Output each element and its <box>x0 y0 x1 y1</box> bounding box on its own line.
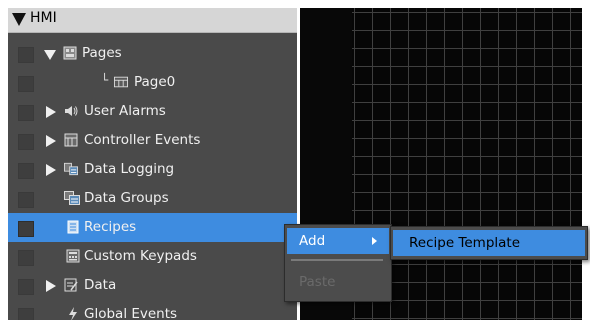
tree-item-checkbox[interactable] <box>18 250 34 266</box>
tree-item-checkbox[interactable] <box>18 308 34 320</box>
tree-item-custom-keypads[interactable]: Custom Keypads <box>8 242 297 271</box>
context-menu: Add Paste <box>284 224 392 302</box>
tree-root-hmi[interactable]: HMI <box>8 8 297 33</box>
tree-item-checkbox[interactable] <box>18 279 34 295</box>
tree-connector-icon: └ <box>101 73 109 87</box>
speaker-icon <box>65 106 78 116</box>
tree-item-global-events[interactable]: Global Events <box>8 300 297 320</box>
menu-separator <box>291 259 383 261</box>
tree-item-label: Data <box>84 277 117 293</box>
expand-arrow-icon[interactable] <box>46 106 56 118</box>
tree-item-label: Data Logging <box>84 161 175 177</box>
project-tree: HMI Pages └ Page0 User Alarms Controller… <box>8 8 297 320</box>
tree-item-checkbox[interactable] <box>18 163 34 179</box>
collapse-arrow-icon[interactable] <box>12 13 26 26</box>
expand-arrow-icon[interactable] <box>44 50 56 60</box>
tree-item-checkbox[interactable] <box>18 192 34 208</box>
context-menu-add[interactable]: Add <box>287 228 389 254</box>
data-icon <box>64 278 78 292</box>
page-icon <box>114 76 128 88</box>
tree-item-label: Recipes <box>84 219 137 235</box>
submenu-recipe-template-label: Recipe Template <box>409 235 521 251</box>
tree-item-label: Controller Events <box>84 132 201 148</box>
tree-item-data-groups[interactable]: Data Groups <box>8 184 297 213</box>
hmi-editor: HMI Pages └ Page0 User Alarms Controller… <box>0 0 590 320</box>
context-menu-paste[interactable]: Paste <box>287 269 389 295</box>
tree-item-checkbox[interactable] <box>18 105 34 121</box>
expand-arrow-icon[interactable] <box>46 135 56 147</box>
tree-item-page0[interactable]: └ Page0 <box>8 68 297 97</box>
tree-item-user-alarms[interactable]: User Alarms <box>8 97 297 126</box>
tree-item-data-logging[interactable]: Data Logging <box>8 155 297 184</box>
tree-item-controller-events[interactable]: Controller Events <box>8 126 297 155</box>
data-logging-icon <box>64 162 78 176</box>
recipes-icon <box>67 220 79 234</box>
tree-item-checkbox[interactable] <box>18 47 34 63</box>
tree-root-label: HMI <box>30 10 57 26</box>
keypad-icon <box>66 249 80 263</box>
expand-arrow-icon[interactable] <box>46 164 56 176</box>
tree-item-label: Pages <box>82 45 122 61</box>
tree-item-label: Page0 <box>134 74 176 90</box>
tree-item-data[interactable]: Data <box>8 271 297 300</box>
lightning-icon <box>69 307 77 320</box>
expand-arrow-icon[interactable] <box>46 280 56 292</box>
submenu-recipe-template[interactable]: Recipe Template <box>393 230 585 256</box>
tree-item-label: Global Events <box>84 306 178 320</box>
context-menu-add-label: Add <box>299 233 326 249</box>
tree-item-label: Custom Keypads <box>84 248 197 264</box>
tree-item-label: Data Groups <box>84 190 169 206</box>
tree-item-checkbox[interactable] <box>18 134 34 150</box>
tree-item-recipes[interactable]: Recipes <box>8 213 297 242</box>
tree-item-checkbox[interactable] <box>18 76 34 92</box>
tree-item-pages[interactable]: Pages <box>8 39 297 68</box>
controller-events-icon <box>64 133 78 147</box>
add-submenu: Recipe Template <box>390 226 588 260</box>
submenu-arrow-icon <box>372 237 377 245</box>
context-menu-paste-label: Paste <box>299 274 336 290</box>
tree-item-label: User Alarms <box>84 103 166 119</box>
tree-item-checkbox[interactable] <box>18 221 34 237</box>
pages-icon <box>63 46 77 60</box>
data-groups-icon <box>64 191 80 205</box>
